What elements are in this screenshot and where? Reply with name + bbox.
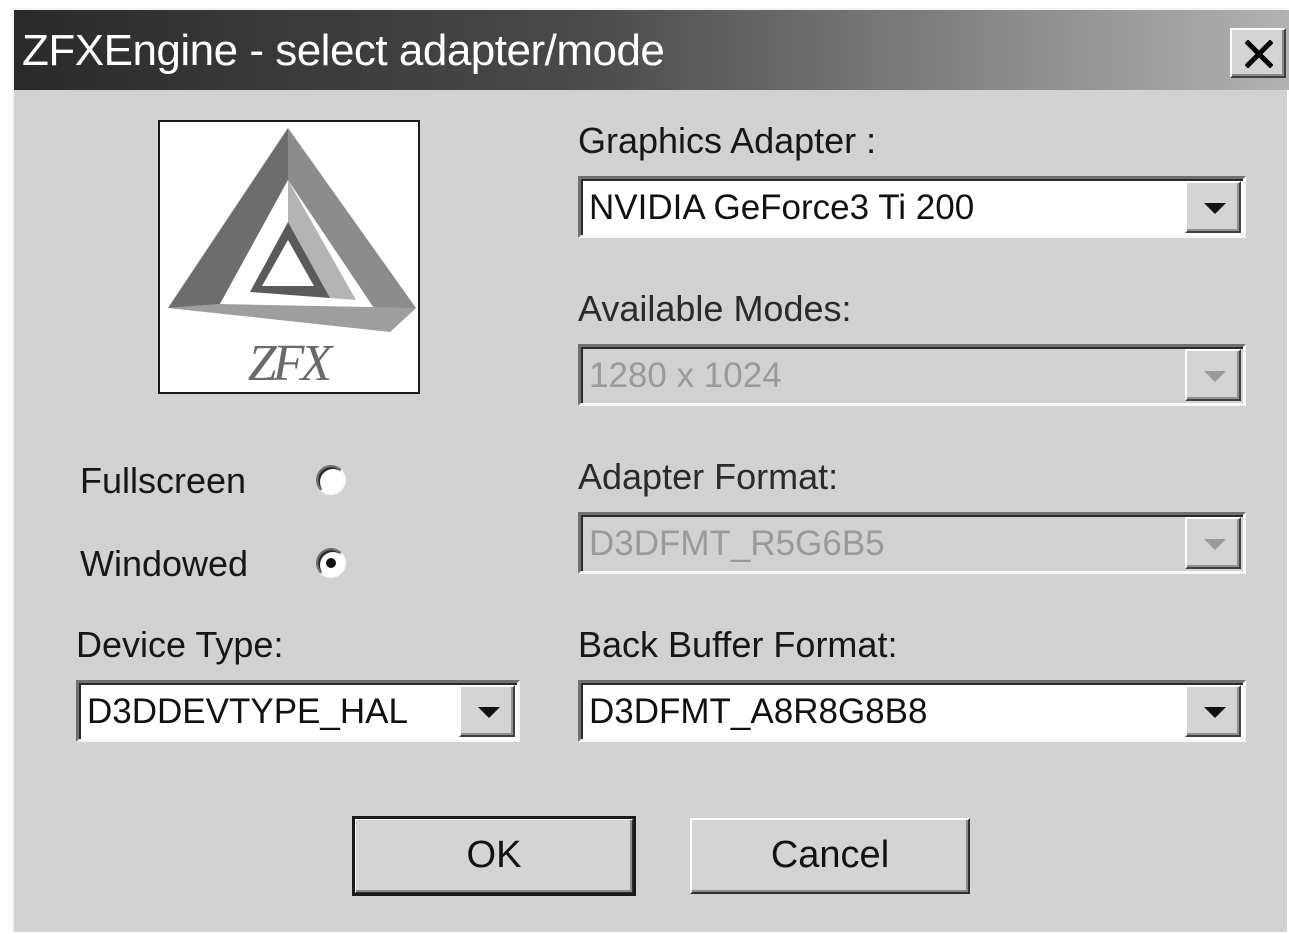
- chevron-down-icon: [1204, 371, 1226, 382]
- back-buffer-format-label: Back Buffer Format:: [578, 624, 898, 665]
- adapter-format-dropdown[interactable]: D3DFMT_R5G6B5: [578, 512, 1246, 574]
- title-bar: ZFXEngine - select adapter/mode: [14, 10, 1289, 90]
- adapter-format-label: Adapter Format:: [578, 456, 839, 497]
- back-buffer-format-dropdown-button[interactable]: [1185, 685, 1241, 737]
- adapter-format-dropdown-button[interactable]: [1185, 517, 1241, 569]
- available-modes-label: Available Modes:: [578, 288, 852, 329]
- device-type-label: Device Type:: [76, 624, 284, 665]
- device-type-value: D3DDEVTYPE_HAL: [87, 692, 408, 731]
- device-type-dropdown[interactable]: D3DDEVTYPE_HAL: [76, 680, 520, 742]
- chevron-down-icon: [1204, 707, 1226, 718]
- fullscreen-radio[interactable]: [316, 465, 346, 495]
- cancel-button[interactable]: Cancel: [690, 818, 970, 894]
- graphics-adapter-dropdown[interactable]: NVIDIA GeForce3 Ti 200: [578, 176, 1246, 238]
- chevron-down-icon: [1204, 539, 1226, 550]
- available-modes-value: 1280 x 1024: [589, 356, 782, 395]
- adapter-mode-dialog: ZFXEngine - select adapter/mode ZFX Full…: [12, 8, 1289, 932]
- available-modes-dropdown-button[interactable]: [1185, 349, 1241, 401]
- device-type-dropdown-button[interactable]: [459, 685, 515, 737]
- available-modes-dropdown[interactable]: 1280 x 1024: [578, 344, 1246, 406]
- windowed-radio[interactable]: [316, 548, 346, 578]
- chevron-down-icon: [1204, 203, 1226, 214]
- graphics-adapter-dropdown-button[interactable]: [1185, 181, 1241, 233]
- ok-button[interactable]: OK: [352, 816, 636, 896]
- close-icon: [1245, 40, 1273, 68]
- chevron-down-icon: [478, 707, 500, 718]
- adapter-format-value: D3DFMT_R5G6B5: [589, 524, 885, 563]
- back-buffer-format-value: D3DFMT_A8R8G8B8: [589, 692, 928, 731]
- windowed-label: Windowed: [80, 543, 249, 584]
- window-title: ZFXEngine - select adapter/mode: [22, 26, 665, 75]
- fullscreen-label: Fullscreen: [80, 460, 247, 501]
- graphics-adapter-label: Graphics Adapter :: [578, 120, 877, 161]
- zfx-logo-icon: ZFX: [168, 128, 416, 392]
- close-button[interactable]: [1230, 28, 1286, 78]
- zfx-logo: ZFX: [158, 120, 420, 394]
- graphics-adapter-value: NVIDIA GeForce3 Ti 200: [589, 188, 975, 227]
- logo-text: ZFX: [248, 335, 335, 392]
- radio-selected-dot: [326, 558, 336, 568]
- back-buffer-format-dropdown[interactable]: D3DFMT_A8R8G8B8: [578, 680, 1246, 742]
